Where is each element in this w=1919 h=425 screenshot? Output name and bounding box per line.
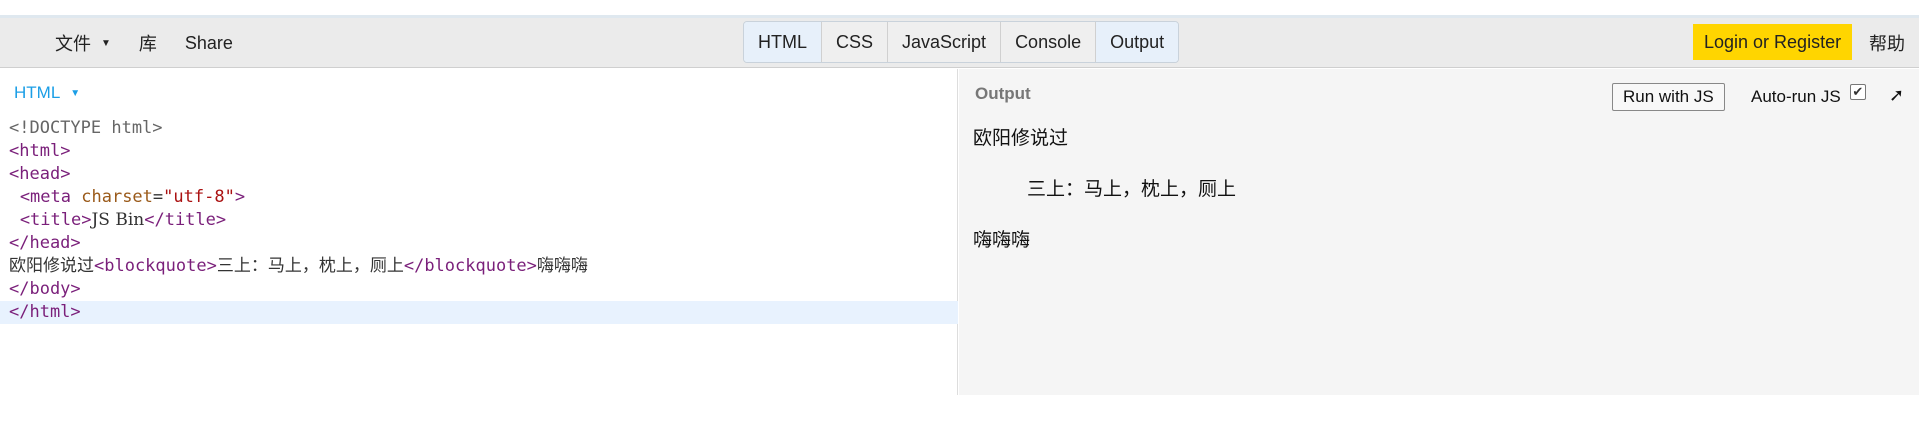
caret-down-icon: ▼ — [101, 37, 111, 49]
menu-share[interactable]: Share — [185, 33, 233, 54]
tab-javascript[interactable]: JavaScript — [888, 22, 1002, 62]
checkbox-checked-icon[interactable]: ✔ — [1849, 84, 1866, 100]
output-panel: Output Run with JS Auto-run JS ✔ ➚ 欧阳修说过… — [959, 69, 1919, 395]
html-panel-label: HTML — [14, 83, 61, 102]
menu-share-label: Share — [184, 32, 233, 53]
output-blockquote: 三上：马上，枕上，厕上 — [1027, 178, 1237, 200]
html-editor-panel: HTML ▼ <!DOCTYPE html> <html> <head> <meta… — [0, 69, 958, 395]
toolbar: 文件 ▼ 库 Share HTML CSS JavaScript Console… — [0, 18, 1919, 68]
code-line[interactable]: <head> — [0, 163, 958, 186]
code-line[interactable]: 欧阳修说过<blockquote>三上：马上，枕上，厕上</blockquote… — [0, 255, 958, 278]
html-panel-dropdown[interactable]: HTML ▼ — [14, 83, 80, 103]
code-line[interactable]: <!DOCTYPE html> — [0, 117, 958, 140]
tab-output[interactable]: Output — [1096, 22, 1179, 62]
code-line[interactable]: <title>JS Bin</title> — [0, 209, 958, 232]
output-paragraph-2: 嗨嗨嗨 — [973, 229, 1031, 251]
menu-library-label: 库 — [138, 34, 157, 54]
menu-file[interactable]: 文件 ▼ — [55, 30, 111, 56]
caret-down-icon: ▼ — [70, 87, 81, 99]
code-line[interactable]: </html> — [0, 301, 958, 324]
code-line[interactable]: </body> — [0, 278, 958, 301]
login-register-button[interactable]: Login or Register — [1693, 24, 1853, 60]
code-editor[interactable]: <!DOCTYPE html> <html> <head> <meta charse… — [0, 117, 958, 324]
run-with-js-button[interactable]: Run with JS — [1612, 83, 1725, 111]
main-menu: 文件 ▼ 库 Share — [55, 18, 261, 68]
rendered-output: 欧阳修说过 三上：马上，枕上，厕上 嗨嗨嗨 — [973, 125, 1236, 253]
code-line[interactable]: <meta charset="utf-8"> — [0, 186, 958, 209]
autorun-label: Auto-run JS — [1751, 87, 1841, 106]
tab-console[interactable]: Console — [1001, 22, 1097, 62]
menu-file-label: 文件 — [55, 34, 91, 54]
output-panel-label: Output — [975, 84, 1031, 103]
autorun-toggle[interactable]: Auto-run JS ✔ — [1751, 83, 1866, 111]
tab-css[interactable]: CSS — [822, 22, 889, 62]
output-paragraph: 欧阳修说过 — [973, 127, 1069, 149]
menu-library[interactable]: 库 — [139, 30, 157, 56]
arrow-up-right-icon[interactable]: ➚ — [1889, 85, 1904, 106]
code-line[interactable]: <html> — [0, 140, 958, 163]
code-line[interactable]: </head> — [0, 232, 958, 255]
panel-tabs: HTML CSS JavaScript Console Output — [743, 21, 1180, 63]
help-menu[interactable]: 帮助 — [1869, 18, 1905, 68]
tab-html[interactable]: HTML — [744, 22, 822, 62]
